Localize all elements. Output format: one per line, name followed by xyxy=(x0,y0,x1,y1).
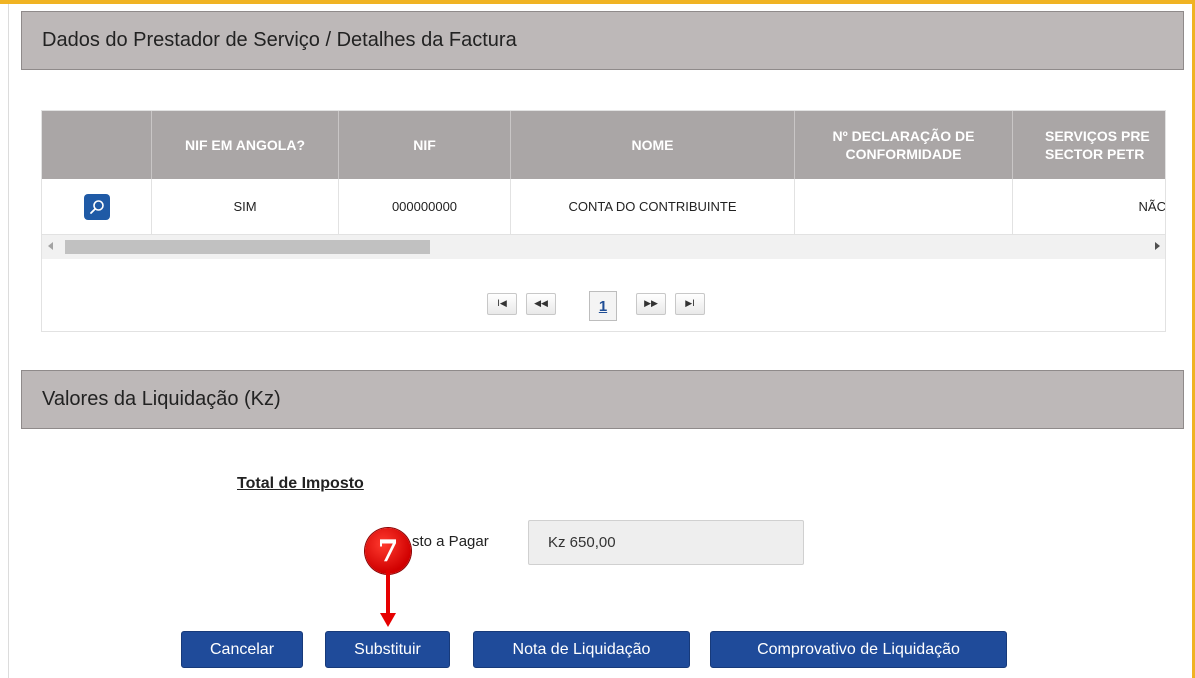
pagination: I◀ ◀◀ 1 ▶▶ ▶I xyxy=(42,259,1165,331)
scroll-left-arrow-icon[interactable] xyxy=(48,242,53,250)
column-header-servicos-line2: SECTOR PETR xyxy=(1045,146,1145,162)
total-tax-title: Total de Imposto xyxy=(237,475,364,492)
search-icon xyxy=(89,199,104,214)
tax-to-pay-field: Kz 650,00 xyxy=(528,520,804,565)
last-page-button[interactable]: ▶I xyxy=(675,293,705,315)
current-page-link[interactable]: 1 xyxy=(589,291,617,321)
column-header-declaracao[interactable]: Nº DECLARAÇÃO DE CONFORMIDADE xyxy=(794,111,1012,179)
replace-button[interactable]: Substituir xyxy=(325,631,450,668)
next-page-button[interactable]: ▶▶ xyxy=(636,293,666,315)
cell-nome: CONTA DO CONTRIBUINTE xyxy=(510,179,794,234)
column-header-declaracao-line2: CONFORMIDADE xyxy=(845,146,962,162)
left-divider xyxy=(8,4,9,678)
scrollbar-thumb[interactable] xyxy=(65,240,430,254)
column-header-servicos[interactable]: SERVIÇOS PRE SECTOR PETR xyxy=(1012,111,1165,179)
values-section-title: Valores da Liquidação (Kz) xyxy=(42,388,281,410)
cancel-button[interactable]: Cancelar xyxy=(181,631,303,668)
step-marker: 7 xyxy=(365,528,411,574)
cell-servicos: NÃC xyxy=(1012,179,1165,234)
first-page-button[interactable]: I◀ xyxy=(487,293,517,315)
grid-header-row: NIF EM ANGOLA? NIF NOME Nº DECLARAÇÃO DE… xyxy=(42,111,1165,179)
cell-nif-em-angola: SIM xyxy=(151,179,338,234)
settlement-receipt-button[interactable]: Comprovativo de Liquidação xyxy=(710,631,1007,668)
column-header-nif[interactable]: NIF xyxy=(338,111,510,179)
search-button[interactable] xyxy=(83,193,110,220)
cell-declaracao xyxy=(794,179,1012,234)
top-accent-bar xyxy=(0,0,1195,4)
tax-to-pay-label: sto a Pagar xyxy=(412,533,489,550)
step-arrow-shaft xyxy=(386,570,390,616)
column-header-servicos-line1: SERVIÇOS PRE xyxy=(1045,128,1150,144)
table-row: SIM 000000000 CONTA DO CONTRIBUINTE NÃC xyxy=(42,179,1165,235)
step-arrow-head-icon xyxy=(380,613,396,627)
column-header-nif-em-angola[interactable]: NIF EM ANGOLA? xyxy=(151,111,338,179)
providers-grid: NIF EM ANGOLA? NIF NOME Nº DECLARAÇÃO DE… xyxy=(41,110,1166,332)
provider-section-header: Dados do Prestador de Serviço / Detalhes… xyxy=(21,11,1184,70)
column-header-action xyxy=(42,111,151,179)
cell-nif: 000000000 xyxy=(338,179,510,234)
values-section-header: Valores da Liquidação (Kz) xyxy=(21,370,1184,429)
settlement-note-button[interactable]: Nota de Liquidação xyxy=(473,631,690,668)
provider-section-title: Dados do Prestador de Serviço / Detalhes… xyxy=(42,29,517,51)
scroll-right-arrow-icon[interactable] xyxy=(1155,242,1160,250)
row-action-cell xyxy=(42,179,151,234)
column-header-nome[interactable]: NOME xyxy=(510,111,794,179)
column-header-declaracao-line1: Nº DECLARAÇÃO DE xyxy=(832,128,975,144)
horizontal-scrollbar[interactable] xyxy=(42,235,1165,259)
previous-page-button[interactable]: ◀◀ xyxy=(526,293,556,315)
